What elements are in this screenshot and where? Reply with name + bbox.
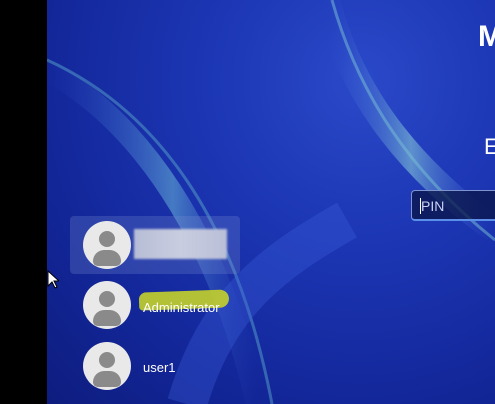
pin-placeholder: PIN [421, 198, 445, 214]
welcome-title: M [478, 20, 495, 53]
user-tile-administrator[interactable]: Administrator [70, 276, 240, 334]
welcome-subtitle: E [484, 134, 495, 159]
user-name-user1: user1 [143, 360, 176, 375]
user-name-administrator: Administrator [143, 300, 220, 315]
user-avatar-icon [83, 342, 131, 390]
lock-screen: M E PIN Administrator user1 [0, 0, 495, 404]
mouse-pointer-icon [47, 269, 61, 295]
user-tile-user1[interactable]: user1 [70, 337, 240, 395]
left-black-bar [0, 0, 47, 404]
user-tile-selected[interactable] [70, 216, 240, 274]
pin-input[interactable]: PIN [411, 190, 495, 221]
text-caret [420, 198, 421, 214]
user-avatar-icon [83, 221, 131, 269]
redacted-user-name [134, 229, 227, 259]
user-avatar-icon [83, 281, 131, 329]
